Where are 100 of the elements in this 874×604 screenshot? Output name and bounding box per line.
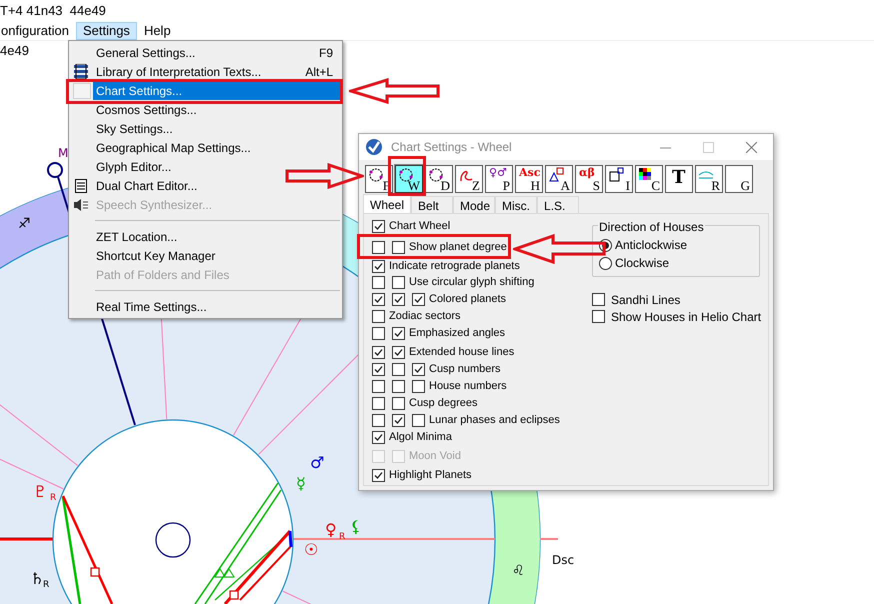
checkbox[interactable] bbox=[412, 380, 425, 392]
right-arrow-icon bbox=[285, 163, 364, 189]
chart-coordinates: T+4 41n43 44e49 bbox=[0, 2, 106, 20]
chart-label: ☉ bbox=[304, 540, 318, 559]
check-icon bbox=[374, 294, 383, 304]
toolbar-button[interactable]: ♀♂ P bbox=[485, 165, 513, 193]
toolbar-button[interactable]: R bbox=[695, 165, 723, 193]
menu-item[interactable]: Glyph Editor... bbox=[93, 157, 341, 176]
menu-item[interactable]: Chart Settings... bbox=[93, 81, 341, 100]
toolbar-button[interactable]: D bbox=[425, 165, 453, 193]
glyph-icon: ♀♂ bbox=[489, 166, 507, 180]
checkbox[interactable] bbox=[392, 326, 405, 340]
checkbox[interactable] bbox=[372, 276, 385, 288]
option-label: House numbers bbox=[429, 378, 507, 394]
chart-label: Dsc bbox=[552, 553, 574, 567]
close-icon[interactable] bbox=[746, 142, 757, 152]
chart-label: ⚸ bbox=[350, 517, 362, 536]
checkbox[interactable] bbox=[372, 414, 385, 426]
check-icon bbox=[414, 364, 423, 374]
toolbar-button[interactable]: C bbox=[635, 165, 663, 193]
check-icon bbox=[394, 328, 403, 338]
toolbar-button[interactable]: Z bbox=[455, 165, 483, 193]
menu-item[interactable]: General Settings... F9 bbox=[93, 43, 341, 62]
menu-item[interactable]: ZET Location... bbox=[93, 227, 341, 246]
radio-button[interactable] bbox=[599, 256, 612, 270]
option-label: Clockwise bbox=[615, 255, 670, 272]
chart-label: ♐ bbox=[18, 216, 31, 232]
wheel-icon bbox=[368, 167, 384, 183]
checkbox[interactable] bbox=[392, 240, 405, 254]
books-icon bbox=[73, 64, 91, 80]
checkbox[interactable] bbox=[372, 396, 385, 410]
checkbox[interactable] bbox=[372, 362, 385, 376]
dialog-title: Chart Settings - Wheel bbox=[391, 139, 512, 156]
check-icon bbox=[374, 470, 383, 480]
checkbox[interactable] bbox=[372, 260, 385, 272]
check-icon bbox=[394, 416, 403, 424]
chart-label: ♇ bbox=[33, 482, 48, 501]
check-icon bbox=[414, 294, 423, 304]
checkbox[interactable] bbox=[412, 362, 425, 376]
chart-label: M bbox=[58, 146, 68, 160]
tab[interactable]: Belt bbox=[411, 196, 454, 213]
chart-label: ♀ bbox=[325, 520, 337, 539]
checkbox[interactable] bbox=[372, 346, 385, 358]
option-label: Show planet degree bbox=[409, 240, 507, 255]
toolbar-button[interactable]: I bbox=[605, 165, 633, 193]
menu-item[interactable]: Cosmos Settings... bbox=[93, 100, 341, 119]
option-label: Indicate retrograde planets bbox=[389, 258, 520, 274]
tab[interactable]: L.S. bbox=[537, 196, 580, 213]
checkbox[interactable] bbox=[592, 310, 605, 323]
chart-coordinates: 4e49 bbox=[0, 42, 29, 60]
checkbox[interactable] bbox=[372, 430, 385, 444]
option-label: Colored planets bbox=[429, 292, 506, 307]
checkbox[interactable] bbox=[372, 468, 385, 482]
check-icon bbox=[374, 262, 383, 270]
menu-bar-item[interactable]: onfiguration bbox=[0, 22, 76, 40]
left-arrow-icon bbox=[349, 78, 441, 104]
chart-label: ☿ bbox=[296, 474, 306, 493]
checkbox[interactable] bbox=[372, 380, 385, 392]
menu-bar-item[interactable]: Help bbox=[136, 22, 178, 40]
chart-label: ♌ bbox=[512, 563, 525, 579]
chart-label: R bbox=[43, 580, 50, 590]
aspects-icon bbox=[548, 167, 564, 183]
checkbox[interactable] bbox=[412, 292, 425, 306]
checkbox[interactable] bbox=[392, 346, 405, 358]
checkbox[interactable] bbox=[412, 414, 425, 426]
checkbox[interactable] bbox=[392, 380, 405, 392]
checkbox[interactable] bbox=[372, 240, 385, 254]
menu-bar-item[interactable]: Settings bbox=[76, 22, 137, 40]
checkbox[interactable] bbox=[392, 292, 405, 306]
menu-item[interactable]: Geographical Map Settings... bbox=[93, 138, 341, 157]
toolbar-button[interactable]: A bbox=[545, 165, 573, 193]
checkbox[interactable] bbox=[392, 396, 405, 410]
menu-item[interactable]: Sky Settings... bbox=[93, 119, 341, 138]
option-label: Cusp numbers bbox=[429, 362, 501, 377]
toolbar-button[interactable]: G bbox=[725, 165, 753, 193]
toolbar-button[interactable]: W bbox=[395, 165, 423, 193]
toolbar-button[interactable]: Asc H bbox=[515, 165, 543, 193]
glyph-icon: Asc bbox=[519, 166, 540, 180]
checkbox[interactable] bbox=[392, 414, 405, 426]
option-label: Moon Void bbox=[409, 448, 461, 464]
menu-item[interactable]: Real Time Settings... bbox=[93, 297, 341, 316]
checkbox[interactable] bbox=[392, 362, 405, 376]
menu-item[interactable]: Library of Interpretation Texts... Alt+L bbox=[93, 62, 341, 81]
checkbox[interactable] bbox=[592, 293, 605, 306]
menu-item[interactable]: Shortcut Key Manager bbox=[93, 246, 341, 265]
menu-item[interactable]: Dual Chart Editor... bbox=[93, 176, 341, 195]
check-icon bbox=[394, 348, 403, 356]
toolbar-button[interactable]: T bbox=[665, 165, 693, 193]
tab[interactable]: Wheel bbox=[363, 194, 412, 213]
checkbox[interactable] bbox=[372, 326, 385, 340]
option-label: Sandhi Lines bbox=[611, 292, 680, 308]
colors-icon bbox=[638, 167, 654, 183]
tab[interactable]: Mode bbox=[453, 196, 496, 213]
toolbar-button[interactable]: αβ S bbox=[575, 165, 603, 193]
checkbox[interactable] bbox=[372, 220, 385, 232]
option-label: Use circular glyph shifting bbox=[409, 274, 534, 290]
checkbox[interactable] bbox=[392, 276, 405, 288]
checkbox[interactable] bbox=[372, 310, 385, 322]
checkbox[interactable] bbox=[372, 292, 385, 306]
tab[interactable]: Misc. bbox=[495, 196, 538, 213]
